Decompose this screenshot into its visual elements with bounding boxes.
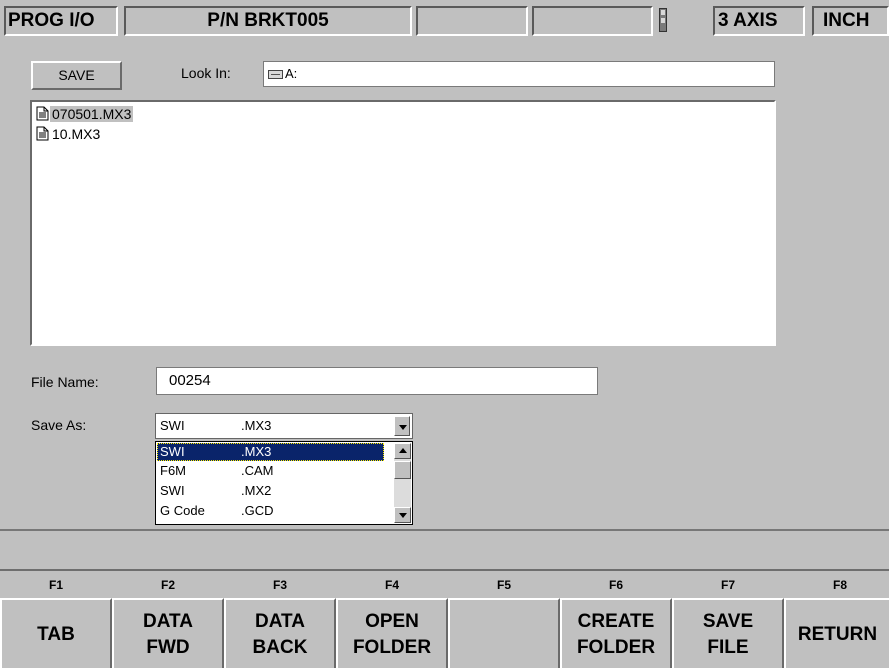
fkey-label-f1: F1 (48, 578, 63, 592)
option-ext: .GCD (241, 503, 274, 518)
fkey-label-f6: F6 (608, 578, 623, 592)
part-number-display: P/N BRKT005 (124, 6, 412, 36)
scroll-thumb[interactable] (394, 461, 411, 479)
file-name: 10.MX3 (52, 126, 101, 142)
tab-button[interactable]: TAB (0, 598, 112, 668)
message-bar (0, 531, 889, 569)
create-folder-button[interactable]: CREATE FOLDER (560, 598, 672, 668)
option-type: SWI (160, 444, 185, 459)
file-name: 070501.MX3 (50, 106, 134, 122)
fkey-label-f7: F7 (720, 578, 735, 592)
dropdown-scrollbar[interactable] (394, 443, 411, 523)
save-as-label: Save As: (31, 417, 87, 433)
option-ext: .MX3 (241, 444, 272, 459)
mode-indicator: PROG I/O (4, 6, 118, 36)
function-key-bar: F1 F2 F3 F4 F5 F6 F7 F8 TAB DATA FWD DAT… (0, 569, 889, 668)
document-icon (36, 126, 49, 141)
option-ext: .MX2 (241, 483, 272, 498)
option-type: SWI (160, 483, 185, 498)
save-as-dropdown-list[interactable]: SWI .MX3 F6M .CAM SWI .MX2 G Code .GCD (155, 441, 413, 525)
f5-blank-button[interactable] (448, 598, 560, 668)
file-item[interactable]: 10.MX3 (36, 125, 102, 143)
save-as-select[interactable]: SWI .MX3 (155, 413, 413, 439)
dropdown-option[interactable]: SWI .MX3 (157, 443, 384, 461)
data-back-button[interactable]: DATA BACK (224, 598, 336, 668)
fkey-label-f2: F2 (160, 578, 175, 592)
look-in-field[interactable]: A: (263, 61, 775, 87)
option-type: G Code (160, 503, 205, 518)
fkey-label-f5: F5 (496, 578, 511, 592)
save-file-button[interactable]: SAVE FILE (672, 598, 784, 668)
status-field-blank-2 (532, 6, 653, 36)
return-button[interactable]: RETURN (784, 598, 889, 668)
save-as-ext: .MX3 (241, 418, 272, 433)
look-in-value: A: (285, 66, 298, 81)
axis-indicator: 3 AXIS (713, 6, 805, 36)
save-mode-button[interactable]: SAVE (31, 61, 122, 90)
scroll-down-icon[interactable] (394, 507, 411, 523)
status-field-blank-1 (416, 6, 528, 36)
file-list[interactable]: 070501.MX3 10.MX3 (30, 100, 776, 346)
chevron-down-icon[interactable] (394, 416, 410, 436)
fkey-label-f8: F8 (832, 578, 847, 592)
document-icon (36, 106, 49, 121)
scroll-up-icon[interactable] (394, 443, 411, 459)
file-name-label: File Name: (31, 374, 99, 390)
dropdown-option[interactable]: G Code .GCD (157, 502, 384, 520)
data-fwd-button[interactable]: DATA FWD (112, 598, 224, 668)
dropdown-option[interactable]: F6M .CAM (157, 462, 384, 480)
file-item[interactable]: 070501.MX3 (36, 105, 134, 123)
units-indicator: INCH (812, 6, 889, 36)
save-as-type: SWI (160, 418, 185, 433)
open-folder-button[interactable]: OPEN FOLDER (336, 598, 448, 668)
dropdown-option[interactable]: SWI .MX2 (157, 482, 384, 500)
fkey-label-f3: F3 (272, 578, 287, 592)
file-name-input[interactable]: 00254 (156, 367, 598, 395)
look-in-label: Look In: (181, 65, 231, 81)
level-gauge-icon (659, 8, 667, 32)
fkey-label-f4: F4 (384, 578, 399, 592)
option-ext: .CAM (241, 463, 274, 478)
floppy-drive-icon (268, 70, 283, 80)
top-status-bar: PROG I/O P/N BRKT005 3 AXIS INCH (0, 0, 889, 40)
save-dialog: SAVE Look In: A: 070501.MX3 10.MX3 File … (10, 45, 875, 527)
option-type: F6M (160, 463, 186, 478)
